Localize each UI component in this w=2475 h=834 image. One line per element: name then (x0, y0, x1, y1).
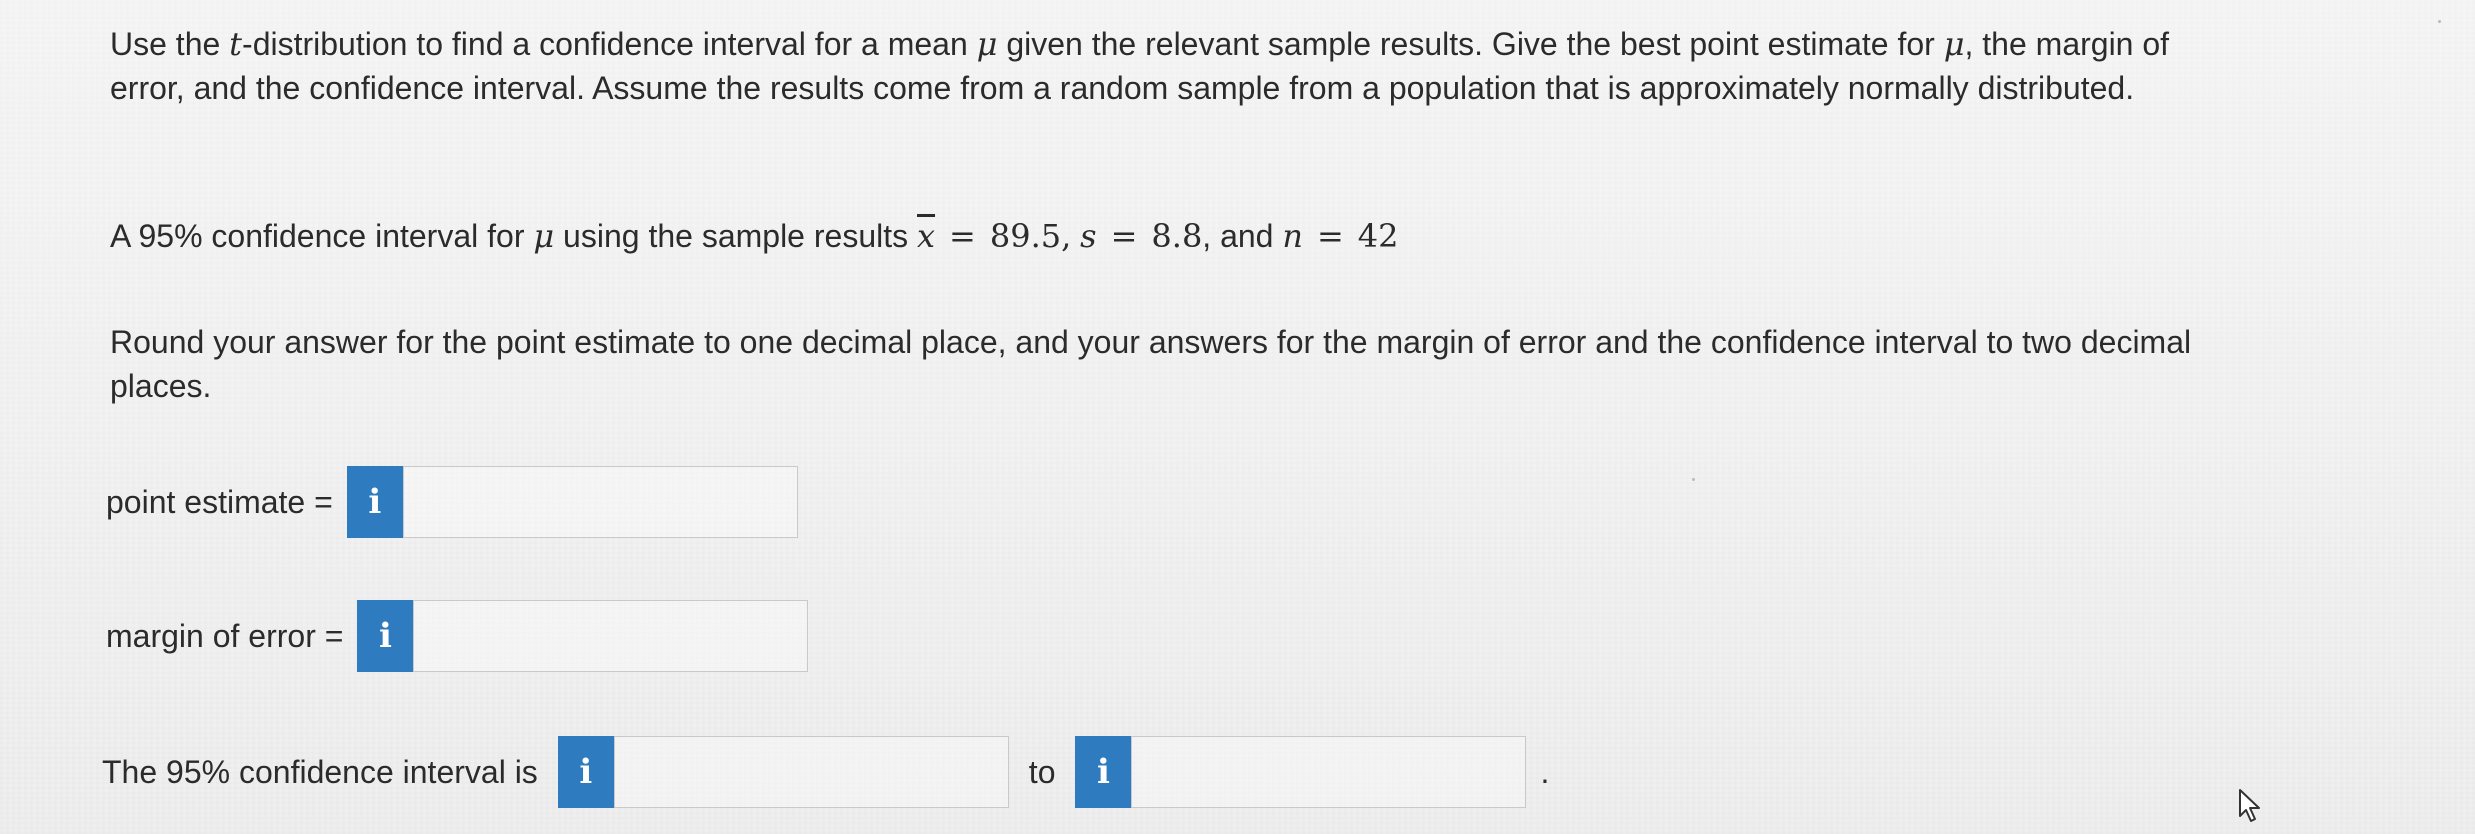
margin-of-error-field: i (357, 600, 809, 672)
mu-symbol-2: μ (1943, 25, 1965, 63)
screen-speck (2438, 20, 2441, 23)
interval-period: . (1540, 753, 1550, 790)
margin-of-error-input[interactable] (413, 600, 809, 672)
interval-lower-input[interactable] (613, 736, 1009, 808)
screenshot-background (0, 0, 2475, 834)
interval-lower-field: i (557, 736, 1009, 808)
confidence-interval-label: The 95% confidence interval is (102, 753, 538, 790)
question-intro: Use the t-distribution to find a confide… (110, 22, 2230, 110)
mu-symbol-3: μ (533, 217, 555, 255)
margin-of-error-row: margin of error = i (106, 600, 809, 672)
equals-sign-2: = (1110, 217, 1138, 255)
mouse-pointer-icon (2238, 788, 2264, 829)
info-icon[interactable]: i (346, 466, 403, 538)
intro-text-prefix: Use the (110, 26, 230, 62)
interval-to-label: to (1028, 753, 1056, 790)
point-estimate-row: point estimate = i (106, 466, 798, 538)
point-estimate-label: point estimate = (106, 483, 333, 520)
sample-prefix: A 95% confidence interval for (110, 218, 534, 254)
rounding-instructions: Round your answer for the point estimate… (110, 324, 2192, 404)
margin-of-error-label: margin of error = (106, 617, 344, 654)
info-icon[interactable]: i (1075, 736, 1132, 808)
point-estimate-field: i (346, 466, 798, 538)
equals-sign-3: = (1316, 217, 1344, 255)
intro-text-after-t: -distribution to find a confidence inter… (242, 26, 977, 62)
n-value: 42 (1357, 217, 1399, 255)
s-symbol: s (1080, 217, 1097, 255)
and-text: , and (1202, 218, 1283, 254)
xbar-symbol: x (917, 217, 936, 255)
sample-results-line: A 95% confidence interval for μ using th… (110, 214, 1399, 258)
s-value: 8.8 (1151, 217, 1203, 255)
equals-sign: = (949, 217, 976, 255)
point-estimate-input[interactable] (402, 466, 798, 538)
mu-symbol: μ (976, 25, 998, 63)
interval-upper-field: i (1075, 736, 1527, 808)
intro-text-mid: given the relevant sample results. Give … (997, 26, 1944, 62)
screen-speck (1692, 478, 1695, 481)
n-symbol: n (1282, 217, 1303, 255)
info-icon[interactable]: i (557, 736, 614, 808)
comma: , (1061, 217, 1072, 255)
sample-mid: using the sample results (554, 218, 917, 254)
t-symbol: t (229, 25, 243, 63)
info-icon[interactable]: i (357, 600, 414, 672)
interval-upper-input[interactable] (1131, 736, 1527, 808)
confidence-interval-row: The 95% confidence interval is i to i . (102, 736, 1549, 808)
xbar-value: 89.5 (989, 217, 1062, 255)
